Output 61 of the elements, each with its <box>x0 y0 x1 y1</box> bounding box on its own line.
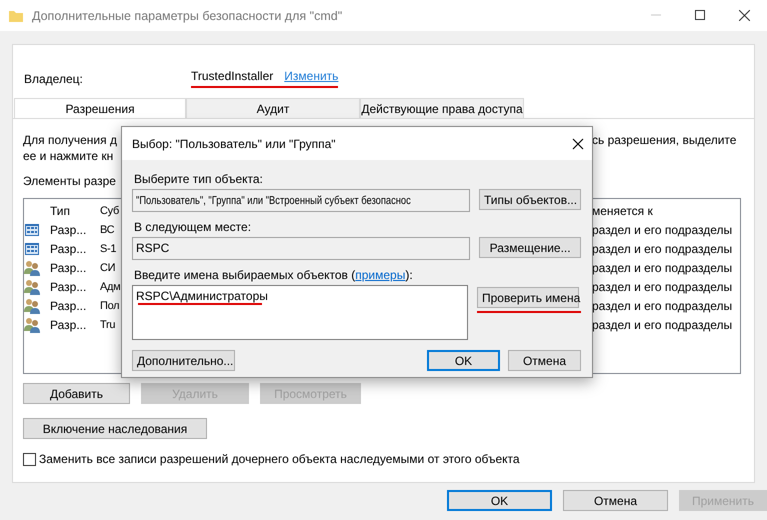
users-icon <box>24 298 40 314</box>
column-header[interactable]: Суб <box>100 200 120 222</box>
change-link[interactable]: Изменить <box>284 69 338 83</box>
close-icon[interactable] <box>572 138 584 150</box>
inheritance-button[interactable]: Включение наследования <box>23 418 207 439</box>
names-value: RSPC\Администраторы <box>136 289 268 303</box>
location-button[interactable]: Размещение... <box>479 237 581 258</box>
dialog-button[interactable]: Отмена <box>563 490 668 511</box>
window-title: Дополнительные параметры безопасности для "cmd" <box>32 8 342 22</box>
owner-name: TrustedInstaller <box>191 69 274 83</box>
dialog-button[interactable]: OK <box>447 490 552 511</box>
ok-button[interactable]: OK <box>427 350 500 371</box>
description-text: ее и нажмите кн <box>23 149 114 165</box>
table-cell-text: СИ <box>100 262 116 274</box>
field-label: Выберите тип объекта: <box>134 172 264 186</box>
object-type-field[interactable]: "Пользователь", "Группа" или "Встроенный субъект безопаснос <box>132 189 470 212</box>
table-cell-text: раздел и его подразделы <box>592 222 734 236</box>
check-names-button[interactable]: Проверить имена <box>477 287 579 308</box>
users-icon <box>24 316 40 332</box>
table-cell-text: раздел и его подразделы <box>592 298 734 312</box>
tab[interactable]: Аудит <box>186 98 360 118</box>
examples-link[interactable]: примеры <box>355 268 406 282</box>
column-header[interactable]: меняется к <box>592 200 740 222</box>
table-cell-text: Разр... <box>50 260 88 274</box>
table-cell-text: Разр... <box>50 242 88 256</box>
table-cell-text: раздел и его подразделы <box>592 280 734 294</box>
table-cell-text: Разр... <box>50 280 88 294</box>
table-cell-text: Разр... <box>50 222 88 236</box>
owner-label: Владелец: <box>24 72 84 86</box>
grid-window-icon <box>24 222 40 238</box>
users-icon <box>24 278 40 294</box>
action-button[interactable]: Добавить <box>23 383 130 404</box>
close-icon[interactable] <box>739 10 750 21</box>
location-field[interactable]: RSPC <box>132 237 470 260</box>
advanced-button[interactable]: Дополнительно... <box>132 350 235 371</box>
names-field[interactable]: RSPC\Администраторы <box>132 285 468 340</box>
table-cell: Пол <box>100 300 120 312</box>
grid-window-icon <box>24 240 40 256</box>
checkbox-label: Заменить все записи разрешений дочернего объекта наследуемыми от этого объекта <box>39 452 520 466</box>
table-cell-text: Разр... <box>50 318 88 332</box>
table-cell-text: раздел и его подразделы <box>592 242 734 256</box>
users-icon <box>24 260 40 276</box>
table-cell-text: раздел и его подразделы <box>592 318 734 332</box>
tab[interactable]: Действующие права доступа <box>360 98 524 118</box>
checkbox[interactable] <box>23 452 36 466</box>
table-cell: Адм <box>100 280 120 292</box>
field-label: Введите имена выбираемых объектов (примеры): <box>134 268 414 282</box>
table-cell-text: раздел и его подразделы <box>592 260 734 274</box>
table-cell-text: S-1 <box>100 242 118 254</box>
column-header[interactable]: Тип <box>50 200 100 222</box>
table-cell-text: Tru <box>100 318 116 330</box>
cancel-button[interactable]: Отмена <box>508 350 581 371</box>
tab[interactable]: Разрешения <box>14 98 186 118</box>
list-label: Элементы разре <box>23 174 116 190</box>
table-cell-text: Разр... <box>50 298 88 312</box>
field-label: В следующем месте: <box>134 220 252 234</box>
object-types-button[interactable]: Типы объектов... <box>479 189 581 210</box>
maximize-icon[interactable] <box>695 10 705 20</box>
description-text: Для получения д <box>23 133 117 149</box>
table-cell-text: ВС <box>100 224 116 236</box>
dialog-title: Выбор: "Пользователь" или "Группа" <box>132 136 336 150</box>
